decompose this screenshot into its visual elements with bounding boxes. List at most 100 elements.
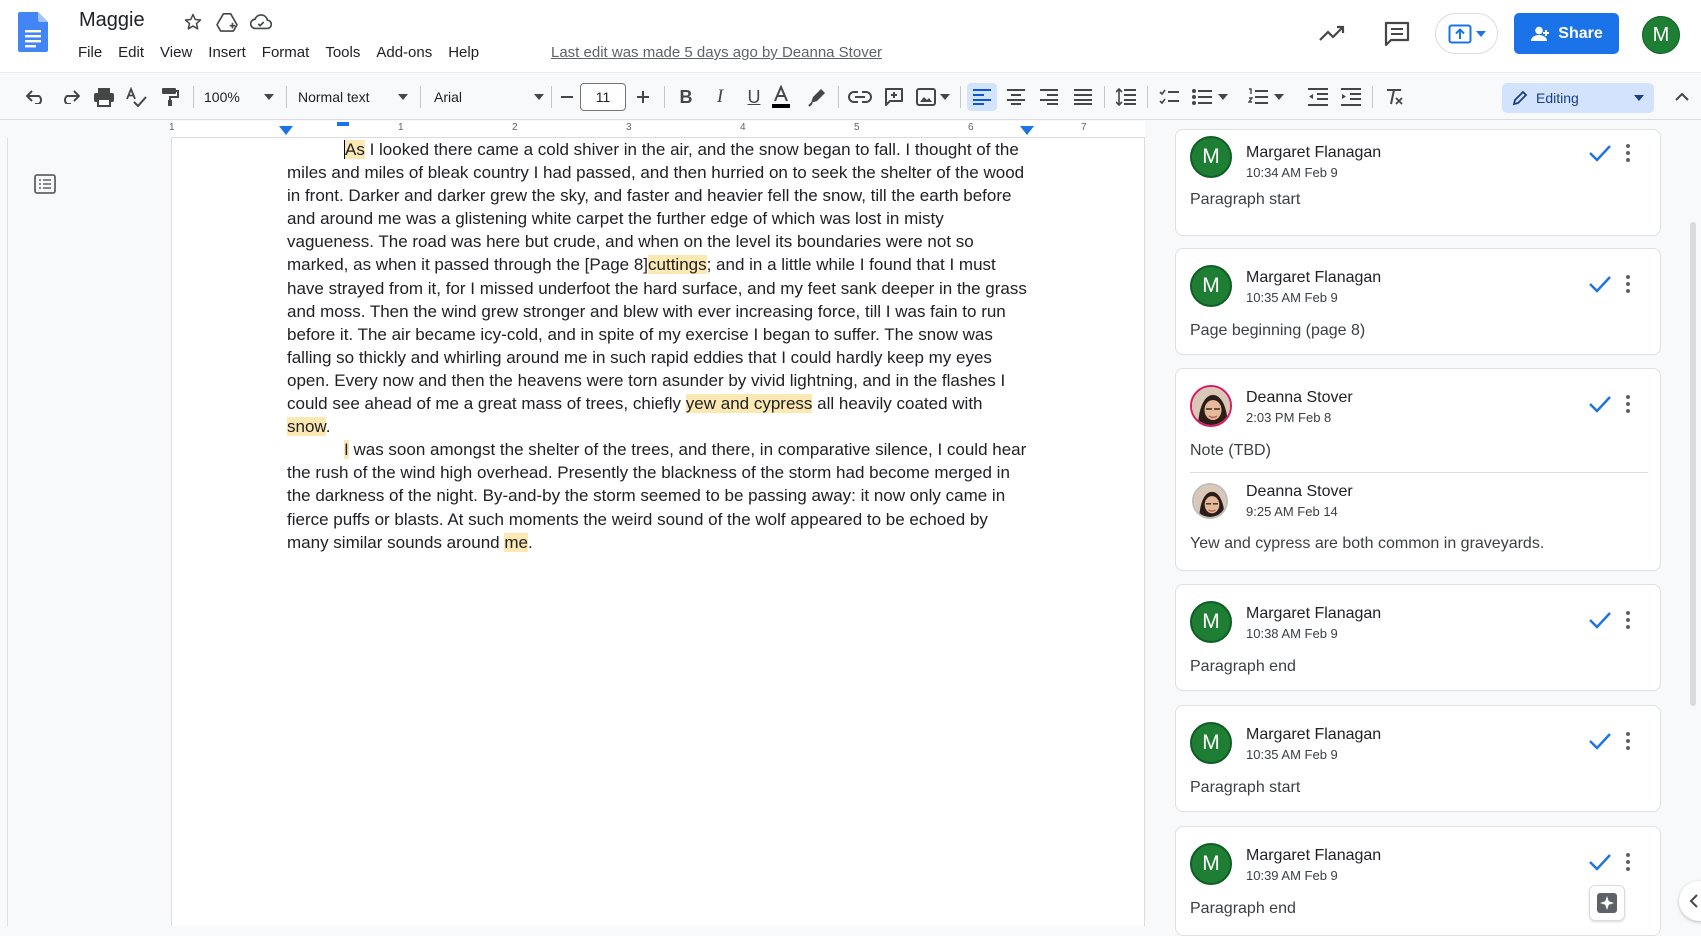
paragraph[interactable]: I was soon amongst the shelter of the tr… — [287, 438, 1027, 553]
text-color-icon[interactable] — [767, 83, 795, 111]
font-family-select[interactable]: Arial — [434, 83, 544, 111]
avatar: M — [1190, 722, 1232, 764]
commented-text[interactable]: yew and cypress — [685, 394, 813, 414]
commented-text[interactable]: As — [344, 140, 365, 159]
menu-tools[interactable]: Tools — [317, 44, 368, 61]
resolve-check-icon[interactable] — [1588, 611, 1612, 629]
paint-format-icon[interactable] — [156, 83, 184, 111]
comment-timestamp: 10:35 AM Feb 9 — [1246, 747, 1338, 762]
more-options-icon[interactable] — [1626, 395, 1630, 413]
first-line-indent-marker-icon[interactable] — [337, 122, 349, 126]
more-options-icon[interactable] — [1626, 611, 1630, 629]
clear-formatting-icon[interactable] — [1380, 83, 1408, 111]
person-add-icon — [1530, 26, 1550, 42]
comment-text: Paragraph end — [1190, 900, 1296, 917]
hide-menus-chevron-icon[interactable] — [1670, 83, 1694, 111]
comment-thread-card[interactable]: Deanna Stover 2:03 PM Feb 8 Note (TBD) D… — [1175, 368, 1661, 571]
star-icon[interactable] — [180, 11, 206, 33]
redo-icon[interactable] — [56, 83, 84, 111]
share-button[interactable]: Share — [1514, 13, 1619, 54]
paragraph[interactable]: As I looked there came a cold shiver in … — [287, 138, 1027, 438]
align-left-icon[interactable] — [967, 83, 997, 111]
vertical-ruler[interactable] — [0, 138, 8, 926]
docs-logo-icon[interactable] — [18, 12, 48, 52]
document-outline-icon[interactable] — [34, 174, 56, 194]
editing-mode-select[interactable]: Editing — [1502, 83, 1654, 113]
resolve-check-icon[interactable] — [1588, 275, 1612, 293]
commented-text[interactable]: snow — [287, 417, 326, 437]
menu-file[interactable]: File — [70, 44, 110, 61]
resolve-check-icon[interactable] — [1588, 395, 1612, 413]
more-options-icon[interactable] — [1626, 732, 1630, 750]
right-indent-marker-icon[interactable] — [1020, 126, 1034, 136]
comment-card[interactable]: M Margaret Flanagan 10:35 AM Feb 9 Page … — [1175, 248, 1661, 355]
commented-text[interactable]: cuttings — [648, 255, 707, 275]
document-title[interactable]: Maggie — [79, 9, 145, 32]
horizontal-ruler[interactable]: 1 1 2 3 4 5 6 7 — [0, 121, 1145, 138]
comment-card[interactable]: M Margaret Flanagan 10:39 AM Feb 9 Parag… — [1175, 826, 1661, 936]
comment-card[interactable]: M Margaret Flanagan 10:34 AM Feb 9 Parag… — [1175, 129, 1661, 236]
menu-edit[interactable]: Edit — [110, 44, 152, 61]
align-right-icon[interactable] — [1035, 83, 1063, 111]
zoom-select[interactable]: 100% — [204, 83, 274, 111]
justify-icon[interactable] — [1069, 83, 1097, 111]
resolve-check-icon[interactable] — [1588, 853, 1612, 871]
decrease-font-size-icon[interactable] — [556, 83, 578, 111]
bulleted-list-button[interactable] — [1189, 83, 1231, 111]
document-body[interactable]: As I looked there came a cold shiver in … — [287, 138, 1027, 554]
font-size-input[interactable]: 11 — [580, 83, 626, 111]
menu-view[interactable]: View — [152, 44, 200, 61]
account-avatar[interactable]: M — [1642, 16, 1680, 54]
document-left-gutter — [0, 138, 172, 926]
comment-timestamp: 2:03 PM Feb 8 — [1246, 410, 1332, 425]
last-edit-link[interactable]: Last edit was made 5 days ago by Deanna … — [551, 44, 882, 61]
chevron-down-icon — [264, 94, 274, 100]
ruler-number: 4 — [740, 122, 746, 133]
numbered-list-button[interactable] — [1245, 83, 1287, 111]
menu-insert[interactable]: Insert — [200, 44, 254, 61]
paragraph-style-value: Normal text — [298, 89, 370, 105]
underline-icon[interactable]: U — [740, 83, 768, 111]
increase-indent-icon[interactable] — [1337, 83, 1365, 111]
increase-font-size-icon[interactable] — [632, 83, 654, 111]
decrease-indent-icon[interactable] — [1304, 83, 1332, 111]
avatar — [1190, 385, 1232, 427]
menu-format[interactable]: Format — [254, 44, 318, 61]
image-icon — [916, 88, 936, 106]
comment-card[interactable]: M Margaret Flanagan 10:38 AM Feb 9 Parag… — [1175, 584, 1661, 691]
bold-icon[interactable]: B — [672, 83, 700, 111]
comment-timestamp: 10:39 AM Feb 9 — [1246, 868, 1338, 883]
comment-text: Note (TBD) — [1190, 442, 1271, 459]
spellcheck-icon[interactable] — [122, 83, 150, 111]
print-icon[interactable] — [90, 83, 118, 111]
line-spacing-icon[interactable] — [1112, 83, 1140, 111]
more-options-icon[interactable] — [1626, 853, 1630, 871]
comment-timestamp: 10:34 AM Feb 9 — [1246, 165, 1338, 180]
resolve-check-icon[interactable] — [1588, 732, 1612, 750]
insert-image-button[interactable] — [913, 83, 953, 111]
reply-timestamp: 9:25 AM Feb 14 — [1246, 504, 1338, 519]
align-center-icon[interactable] — [1002, 83, 1030, 111]
highlight-color-icon[interactable] — [803, 83, 831, 111]
paragraph-style-select[interactable]: Normal text — [298, 83, 408, 111]
left-indent-marker-icon[interactable] — [279, 126, 293, 136]
more-options-icon[interactable] — [1626, 275, 1630, 293]
more-options-icon[interactable] — [1626, 144, 1630, 162]
present-button[interactable] — [1435, 13, 1498, 54]
menu-help[interactable]: Help — [440, 44, 487, 61]
checklist-icon[interactable] — [1155, 83, 1183, 111]
ruler-number: 1 — [169, 122, 175, 133]
undo-icon[interactable] — [22, 83, 50, 111]
comment-card[interactable]: M Margaret Flanagan 10:35 AM Feb 9 Parag… — [1175, 705, 1661, 812]
italic-icon[interactable]: I — [706, 83, 734, 111]
insert-link-icon[interactable] — [846, 83, 874, 111]
cloud-saved-icon[interactable] — [248, 11, 274, 33]
move-to-drive-icon[interactable] — [214, 11, 240, 33]
ruler-number: 7 — [1081, 122, 1087, 133]
menu-add-ons[interactable]: Add-ons — [368, 44, 440, 61]
commented-text[interactable]: me — [504, 532, 528, 552]
resolve-check-icon[interactable] — [1588, 144, 1612, 162]
comments-scrollbar[interactable] — [1690, 222, 1696, 706]
explore-button[interactable] — [1589, 885, 1625, 921]
insert-comment-icon[interactable] — [880, 83, 908, 111]
